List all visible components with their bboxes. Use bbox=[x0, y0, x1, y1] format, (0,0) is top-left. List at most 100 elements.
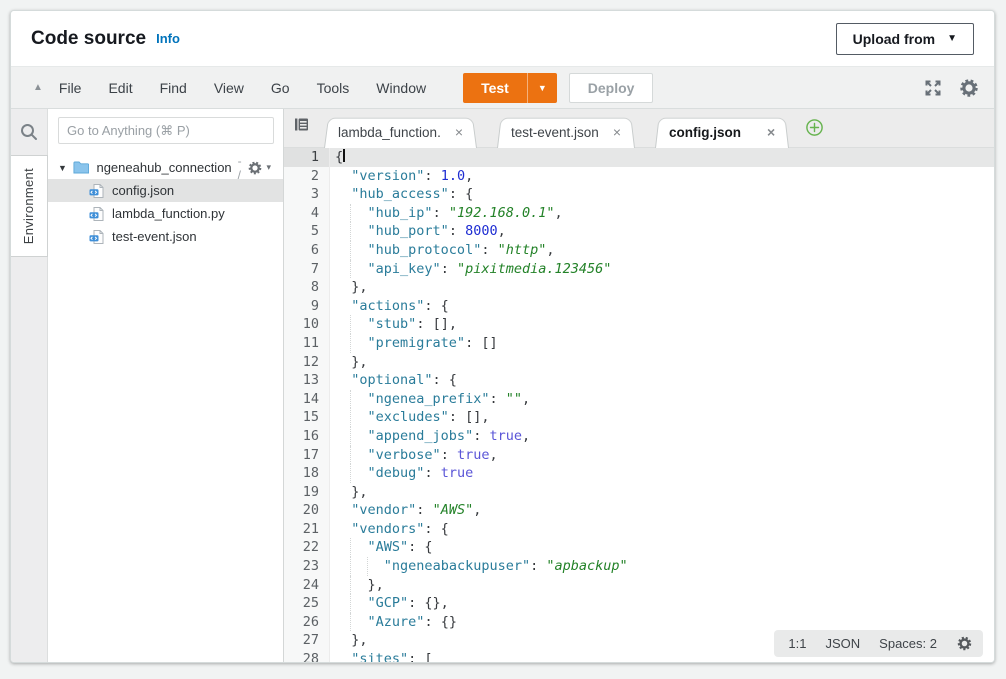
tab-list-icon[interactable] bbox=[293, 116, 310, 138]
cursor-position[interactable]: 1:1 bbox=[788, 636, 806, 651]
line-number[interactable]: 24 bbox=[284, 576, 330, 595]
settings-gear-icon[interactable] bbox=[958, 77, 980, 99]
code-text[interactable]: "ngenea_prefix": "", bbox=[330, 390, 530, 409]
line-number[interactable]: 27 bbox=[284, 631, 330, 650]
menu-item-tools[interactable]: Tools bbox=[317, 80, 350, 96]
code-line-15[interactable]: 15 "excludes": [], bbox=[284, 408, 994, 427]
go-to-anything-input[interactable] bbox=[58, 117, 274, 144]
code-line-4[interactable]: 4 "hub_ip": "192.168.0.1", bbox=[284, 204, 994, 223]
code-text[interactable]: }, bbox=[330, 483, 368, 502]
code-text[interactable]: "api_key": "pixitmedia.123456" bbox=[330, 260, 611, 279]
code-text[interactable]: "premigrate": [] bbox=[330, 334, 498, 353]
add-tab-icon[interactable] bbox=[805, 118, 824, 142]
code-text[interactable]: "sites": [ bbox=[330, 650, 433, 662]
line-number[interactable]: 16 bbox=[284, 427, 330, 446]
line-number[interactable]: 28 bbox=[284, 650, 330, 662]
tree-folder-row[interactable]: ▼ ngeneahub_connection - / ▾ bbox=[48, 156, 283, 179]
code-editor[interactable]: 1{2 "version": 1.0,3 "hub_access": {4 "h… bbox=[284, 148, 994, 662]
tree-item-config.json[interactable]: config.json bbox=[48, 179, 283, 202]
line-number[interactable]: 21 bbox=[284, 520, 330, 539]
menu-item-view[interactable]: View bbox=[214, 80, 244, 96]
line-number[interactable]: 12 bbox=[284, 353, 330, 372]
code-line-14[interactable]: 14 "ngenea_prefix": "", bbox=[284, 390, 994, 409]
code-line-26[interactable]: 26 "Azure": {} bbox=[284, 613, 994, 632]
tree-item-lambda_function.py[interactable]: lambda_function.py bbox=[48, 202, 283, 225]
code-text[interactable]: "hub_protocol": "http", bbox=[330, 241, 555, 260]
code-line-19[interactable]: 19 }, bbox=[284, 483, 994, 502]
code-line-21[interactable]: 21 "vendors": { bbox=[284, 520, 994, 539]
code-text[interactable]: "ngeneabackupuser": "apbackup" bbox=[330, 557, 628, 576]
line-number[interactable]: 17 bbox=[284, 446, 330, 465]
code-line-16[interactable]: 16 "append_jobs": true, bbox=[284, 427, 994, 446]
line-number[interactable]: 3 bbox=[284, 185, 330, 204]
line-number[interactable]: 7 bbox=[284, 260, 330, 279]
folder-expand-icon[interactable]: ▼ bbox=[58, 163, 67, 173]
code-line-1[interactable]: 1{ bbox=[284, 148, 994, 167]
code-line-8[interactable]: 8 }, bbox=[284, 278, 994, 297]
code-text[interactable]: "GCP": {}, bbox=[330, 594, 449, 613]
test-dropdown-icon[interactable]: ▼ bbox=[528, 73, 557, 103]
code-text[interactable]: }, bbox=[330, 576, 384, 595]
code-text[interactable]: }, bbox=[330, 631, 368, 650]
code-line-11[interactable]: 11 "premigrate": [] bbox=[284, 334, 994, 353]
code-text[interactable]: "Azure": {} bbox=[330, 613, 457, 632]
menu-item-go[interactable]: Go bbox=[271, 80, 290, 96]
code-line-23[interactable]: 23 "ngeneabackupuser": "apbackup" bbox=[284, 557, 994, 576]
code-text[interactable]: "excludes": [], bbox=[330, 408, 489, 427]
line-number[interactable]: 2 bbox=[284, 167, 330, 186]
line-number[interactable]: 26 bbox=[284, 613, 330, 632]
tree-settings-button[interactable]: ▾ bbox=[247, 160, 271, 176]
tab-config-json[interactable]: config.json× bbox=[655, 116, 789, 148]
line-number[interactable]: 10 bbox=[284, 315, 330, 334]
line-number[interactable]: 23 bbox=[284, 557, 330, 576]
close-icon[interactable]: × bbox=[455, 125, 463, 139]
line-number[interactable]: 18 bbox=[284, 464, 330, 483]
code-line-5[interactable]: 5 "hub_port": 8000, bbox=[284, 222, 994, 241]
menu-item-find[interactable]: Find bbox=[160, 80, 187, 96]
close-icon[interactable]: × bbox=[767, 125, 775, 139]
info-link[interactable]: Info bbox=[156, 31, 180, 46]
line-number[interactable]: 22 bbox=[284, 538, 330, 557]
tab-test-event-json[interactable]: test-event.json× bbox=[497, 116, 635, 148]
code-text[interactable]: "debug": true bbox=[330, 464, 473, 483]
code-line-7[interactable]: 7 "api_key": "pixitmedia.123456" bbox=[284, 260, 994, 279]
fullscreen-icon[interactable] bbox=[924, 79, 942, 97]
tree-item-test-event.json[interactable]: test-event.json bbox=[48, 225, 283, 248]
code-text[interactable]: }, bbox=[330, 278, 368, 297]
code-line-3[interactable]: 3 "hub_access": { bbox=[284, 185, 994, 204]
code-line-20[interactable]: 20 "vendor": "AWS", bbox=[284, 501, 994, 520]
code-text[interactable]: "hub_port": 8000, bbox=[330, 222, 506, 241]
code-text[interactable]: "vendor": "AWS", bbox=[330, 501, 481, 520]
code-line-13[interactable]: 13 "optional": { bbox=[284, 371, 994, 390]
upload-from-button[interactable]: Upload from ▼ bbox=[836, 23, 974, 55]
code-text[interactable]: { bbox=[330, 148, 345, 167]
line-number[interactable]: 11 bbox=[284, 334, 330, 353]
code-line-17[interactable]: 17 "verbose": true, bbox=[284, 446, 994, 465]
code-line-10[interactable]: 10 "stub": [], bbox=[284, 315, 994, 334]
code-text[interactable]: "hub_ip": "192.168.0.1", bbox=[330, 204, 563, 223]
tab-environment[interactable]: Environment bbox=[11, 155, 48, 257]
code-line-22[interactable]: 22 "AWS": { bbox=[284, 538, 994, 557]
line-number[interactable]: 15 bbox=[284, 408, 330, 427]
code-text[interactable]: "version": 1.0, bbox=[330, 167, 473, 186]
code-text[interactable]: "AWS": { bbox=[330, 538, 433, 557]
menu-item-file[interactable]: File bbox=[59, 80, 82, 96]
tab-lambda-function[interactable]: lambda_function.× bbox=[324, 116, 477, 148]
close-icon[interactable]: × bbox=[613, 125, 621, 139]
language-mode[interactable]: JSON bbox=[826, 636, 861, 651]
search-icon[interactable] bbox=[19, 118, 39, 146]
line-number[interactable]: 25 bbox=[284, 594, 330, 613]
line-number[interactable]: 13 bbox=[284, 371, 330, 390]
indentation-setting[interactable]: Spaces: 2 bbox=[879, 636, 937, 651]
code-line-24[interactable]: 24 }, bbox=[284, 576, 994, 595]
code-text[interactable]: "stub": [], bbox=[330, 315, 457, 334]
collapse-panel-icon[interactable]: ▲ bbox=[33, 82, 43, 93]
line-number[interactable]: 20 bbox=[284, 501, 330, 520]
code-line-18[interactable]: 18 "debug": true bbox=[284, 464, 994, 483]
code-text[interactable]: "actions": { bbox=[330, 297, 449, 316]
editor-settings-gear-icon[interactable] bbox=[956, 635, 973, 652]
code-text[interactable]: }, bbox=[330, 353, 368, 372]
code-line-2[interactable]: 2 "version": 1.0, bbox=[284, 167, 994, 186]
line-number[interactable]: 5 bbox=[284, 222, 330, 241]
deploy-button[interactable]: Deploy bbox=[569, 73, 654, 103]
